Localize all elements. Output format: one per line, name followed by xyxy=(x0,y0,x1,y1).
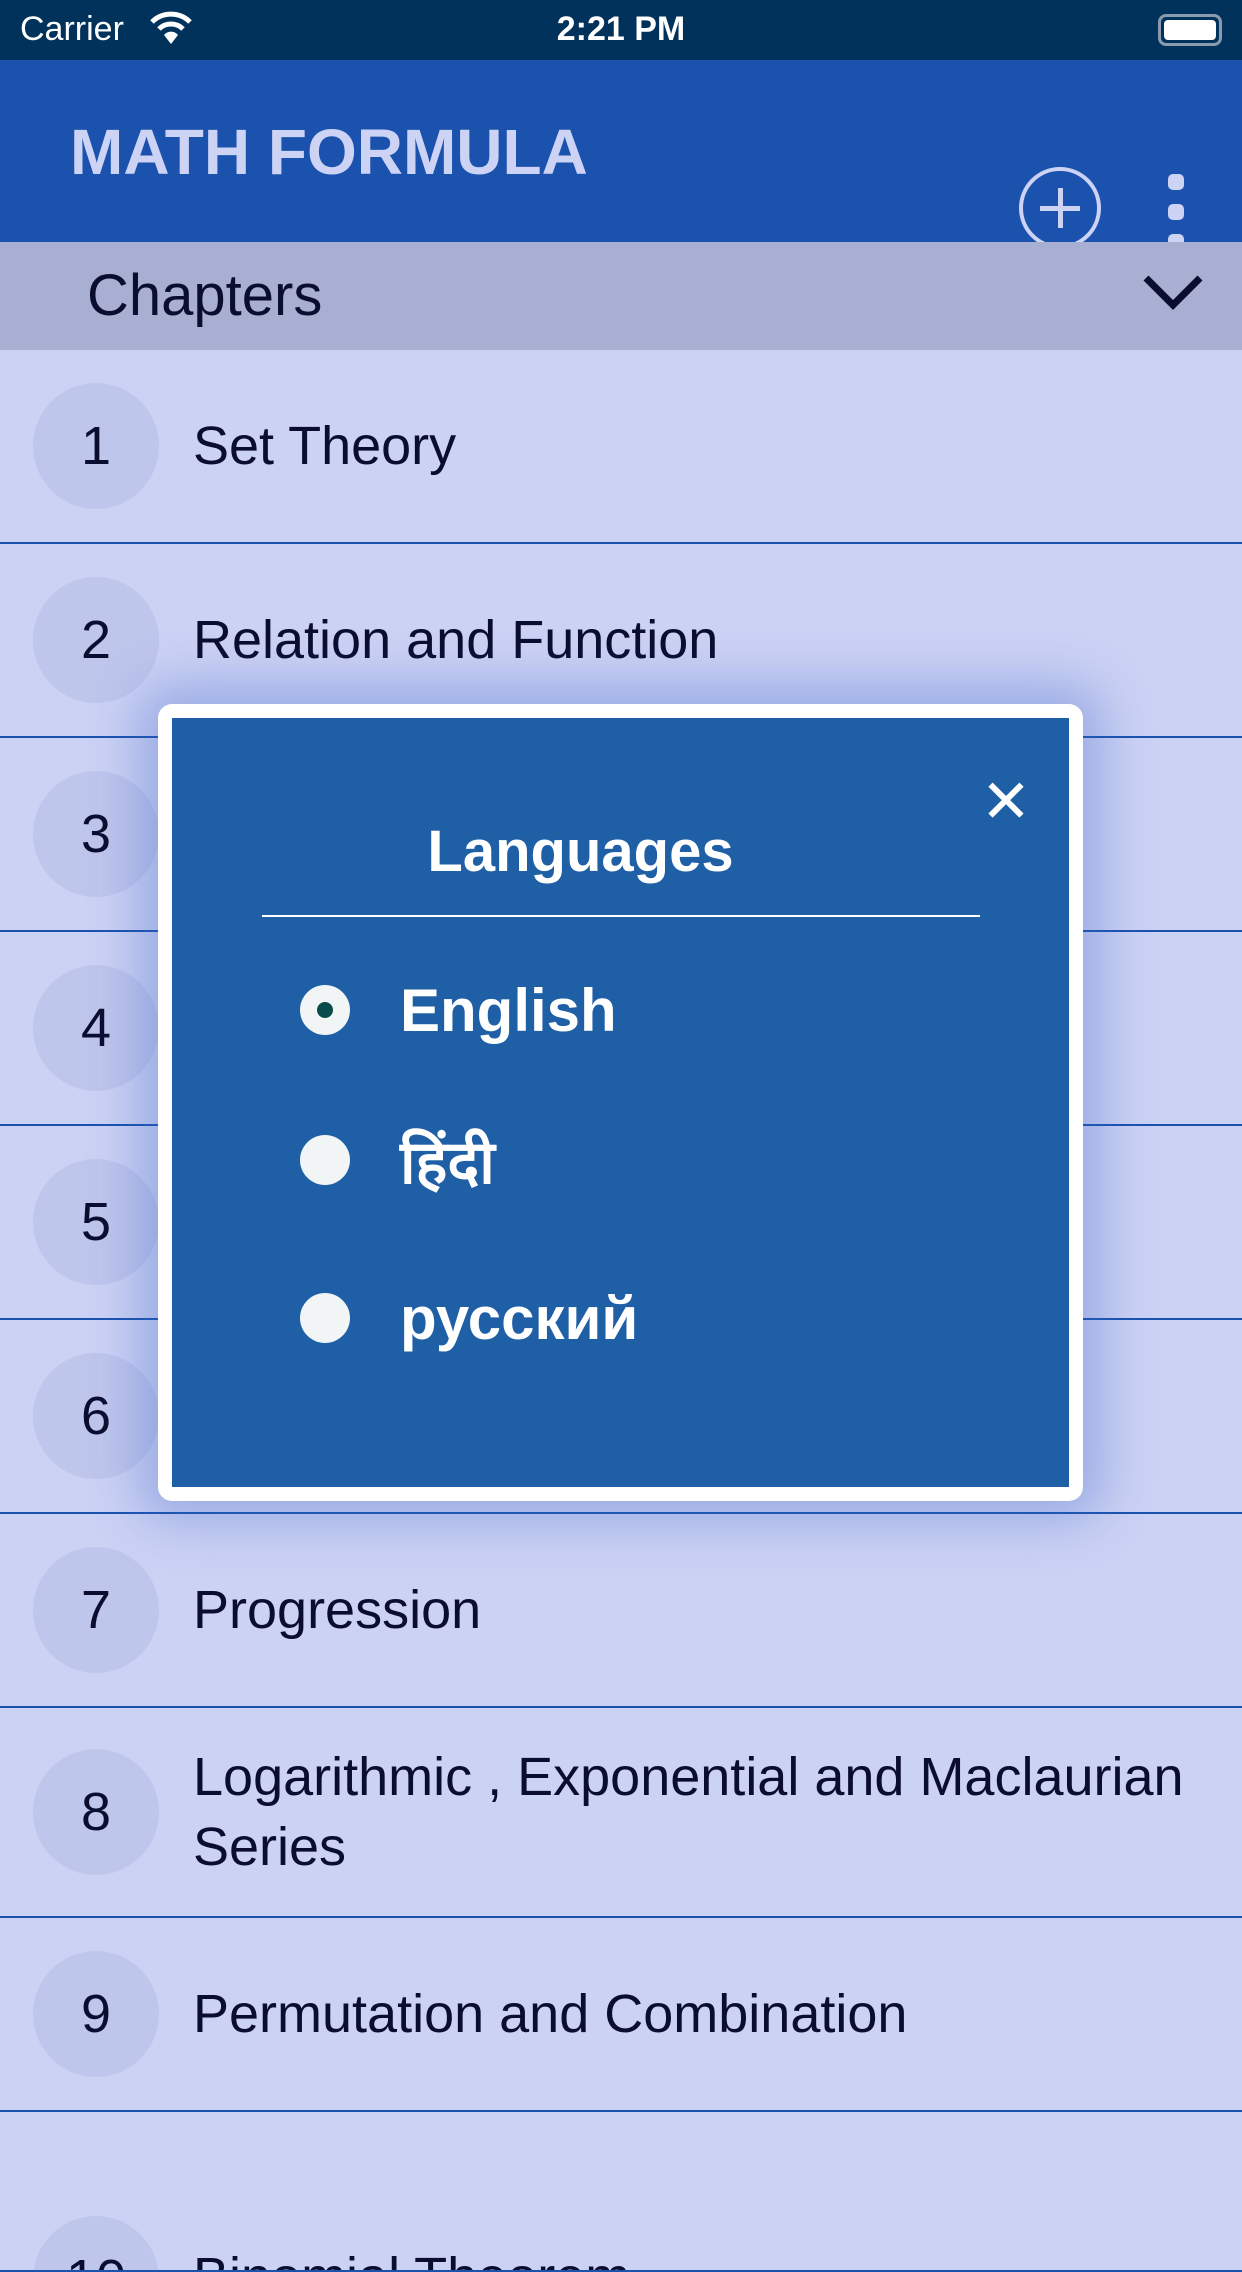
chapter-title: Progression xyxy=(193,1580,482,1640)
chapter-row[interactable]: 7 Progression xyxy=(0,1514,1242,1708)
chapter-title: Logarithmic , Exponential and Maclaurian… xyxy=(193,1747,1184,1877)
more-vertical-icon[interactable] xyxy=(1166,174,1186,250)
chapter-row[interactable]: 1 Set Theory xyxy=(0,350,1242,544)
option-label: English xyxy=(400,976,617,1044)
clock: 2:21 PM xyxy=(556,10,686,48)
chevron-down-icon xyxy=(1143,275,1203,310)
chapter-number: 5 xyxy=(33,1159,159,1285)
chapter-number: 2 xyxy=(33,577,159,703)
chapter-number: 6 xyxy=(33,1353,159,1479)
option-label: русский xyxy=(400,1284,639,1352)
radio-icon[interactable] xyxy=(300,1293,350,1343)
chapter-number: 1 xyxy=(33,383,159,509)
add-circle-icon[interactable] xyxy=(1019,167,1101,249)
chapters-label: Chapters xyxy=(87,263,323,328)
chapter-number: 10 xyxy=(33,2216,159,2270)
chapter-number: 7 xyxy=(33,1547,159,1673)
status-bar: Carrier 2:21 PM xyxy=(0,0,1242,60)
dialog-title: Languages xyxy=(427,819,734,884)
chapter-title: Binomial Theorem xyxy=(193,2242,1202,2270)
language-dialog: ✕ Languages English हिंदी русский xyxy=(158,704,1083,1501)
chapter-row[interactable]: 9 Permutation and Combination xyxy=(0,1918,1242,2112)
chapter-title: Set Theory xyxy=(193,416,457,476)
option-label: हिंदी xyxy=(400,1129,495,1196)
chapter-row[interactable]: 8 Logarithmic , Exponential and Maclauria… xyxy=(0,1708,1242,1918)
chapter-row[interactable]: 10 Binomial Theorem xyxy=(0,2112,1242,2272)
radio-selected-icon[interactable] xyxy=(300,985,350,1035)
chapter-number: 8 xyxy=(33,1749,159,1875)
chapters-dropdown[interactable]: Chapters xyxy=(0,242,1242,350)
chapter-title: Permutation and Combination xyxy=(193,1984,908,2044)
language-option-english[interactable]: English xyxy=(300,970,617,1050)
app-header: MATH FORMULA xyxy=(0,60,1242,250)
radio-icon[interactable] xyxy=(300,1135,350,1185)
battery-icon xyxy=(1158,14,1222,46)
chapter-title: Relation and Function xyxy=(193,610,719,670)
chapter-number: 4 xyxy=(33,965,159,1091)
divider xyxy=(262,915,980,917)
language-option-hindi[interactable]: हिंदी xyxy=(300,1120,495,1200)
app-title: MATH FORMULA xyxy=(70,116,588,188)
language-option-russian[interactable]: русский xyxy=(300,1278,638,1358)
chapter-number: 9 xyxy=(33,1951,159,2077)
